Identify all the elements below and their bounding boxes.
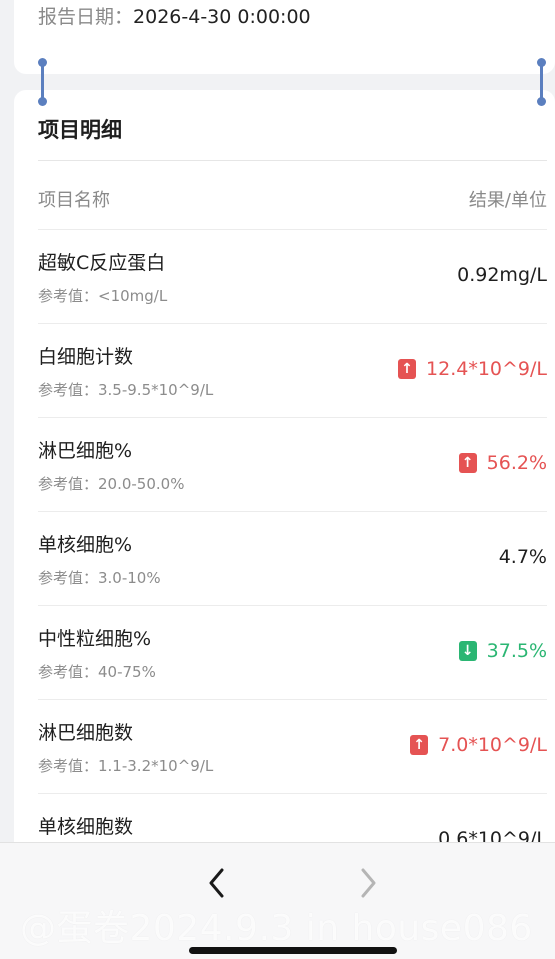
home-indicator bbox=[189, 947, 397, 954]
item-name: 淋巴细胞数 bbox=[38, 722, 134, 744]
item-reference: 参考值：3.5-9.5*10^9/L bbox=[38, 381, 214, 399]
item-result-value: 37.5% bbox=[486, 640, 547, 662]
bottom-nav-bar: @蛋卷2024.9.3 in house086 bbox=[0, 842, 555, 959]
arrow-up-icon: ↑ bbox=[458, 453, 477, 473]
item-result-value: 0.92mg/L bbox=[457, 264, 547, 286]
report-date-value: 2026-4-30 0:00:00 bbox=[133, 6, 311, 28]
table-row[interactable]: 淋巴细胞% 参考值：20.0-50.0% ↑ 56.2% bbox=[38, 418, 547, 512]
report-info-card: 报告日期：2026-4-30 0:00:00 bbox=[14, 0, 555, 74]
watermark: @蛋卷2024.9.3 in house086 bbox=[20, 908, 533, 949]
item-result-value: 7.0*10^9/L bbox=[438, 734, 547, 756]
title-divider bbox=[38, 160, 547, 161]
item-result-value: 56.2% bbox=[486, 452, 547, 474]
section-title: 项目明细 bbox=[38, 118, 122, 142]
item-result: ↑ 7.0*10^9/L bbox=[410, 734, 547, 756]
item-result: 0.92mg/L bbox=[457, 264, 547, 286]
detail-card: 项目明细 项目名称 结果/单位 超敏C反应蛋白参考值：<10mg/L 0.92mg… bbox=[14, 90, 555, 959]
item-reference: 参考值：3.0-10% bbox=[38, 569, 161, 587]
chevron-left-icon bbox=[209, 868, 224, 898]
arrow-up-icon: ↑ bbox=[398, 359, 417, 379]
report-date: 报告日期：2026-4-30 0:00:00 bbox=[38, 2, 311, 29]
item-name: 淋巴细胞% bbox=[38, 440, 133, 462]
chevron-right-icon bbox=[361, 868, 376, 898]
item-name: 超敏C反应蛋白 bbox=[38, 252, 166, 274]
item-name: 单核细胞% bbox=[38, 534, 133, 556]
item-result-value: 12.4*10^9/L bbox=[426, 358, 547, 380]
report-date-label: 报告日期： bbox=[38, 6, 134, 28]
table-row[interactable]: 超敏C反应蛋白参考值：<10mg/L 0.92mg/L bbox=[38, 229, 547, 324]
table-row[interactable]: 白细胞计数参考值：3.5-9.5*10^9/L ↑ 12.4*10^9/L bbox=[38, 324, 547, 418]
item-reference: 参考值：1.1-3.2*10^9/L bbox=[38, 757, 214, 775]
page: 报告日期：2026-4-30 0:00:00 项目明细 项目名称 结果/单位 超… bbox=[0, 0, 555, 959]
table-row[interactable]: 中性粒细胞% 参考值：40-75% ↓ 37.5% bbox=[38, 606, 547, 700]
item-reference: 参考值：20.0-50.0% bbox=[38, 475, 185, 493]
table-row[interactable]: 单核细胞% 参考值：3.0-10% 4.7% bbox=[38, 512, 547, 606]
column-header-name: 项目名称 bbox=[38, 190, 110, 211]
back-button[interactable] bbox=[197, 863, 237, 903]
selection-handle-start[interactable] bbox=[38, 58, 47, 106]
table-row[interactable]: 淋巴细胞数参考值：1.1-3.2*10^9/L ↑ 7.0*10^9/L bbox=[38, 700, 547, 794]
arrow-down-icon: ↓ bbox=[458, 641, 477, 661]
item-name: 白细胞计数 bbox=[38, 346, 134, 368]
item-name: 单核细胞数 bbox=[38, 816, 134, 838]
item-result: 4.7% bbox=[499, 546, 547, 568]
column-header-result: 结果/单位 bbox=[468, 190, 547, 211]
selection-handle-end[interactable] bbox=[537, 58, 546, 106]
forward-button[interactable] bbox=[348, 863, 388, 903]
item-result: ↑ 56.2% bbox=[458, 452, 547, 474]
item-name: 中性粒细胞% bbox=[38, 628, 152, 650]
item-result: ↑ 12.4*10^9/L bbox=[398, 358, 547, 380]
item-list: 超敏C反应蛋白参考值：<10mg/L 0.92mg/L 白细胞计数参考值：3.5-9… bbox=[38, 229, 547, 888]
item-result: ↓ 37.5% bbox=[458, 640, 547, 662]
item-reference: 参考值：40-75% bbox=[38, 663, 156, 681]
item-result-value: 4.7% bbox=[498, 546, 547, 568]
item-reference: 参考值：<10mg/L bbox=[38, 287, 168, 305]
arrow-up-icon: ↑ bbox=[410, 735, 429, 755]
